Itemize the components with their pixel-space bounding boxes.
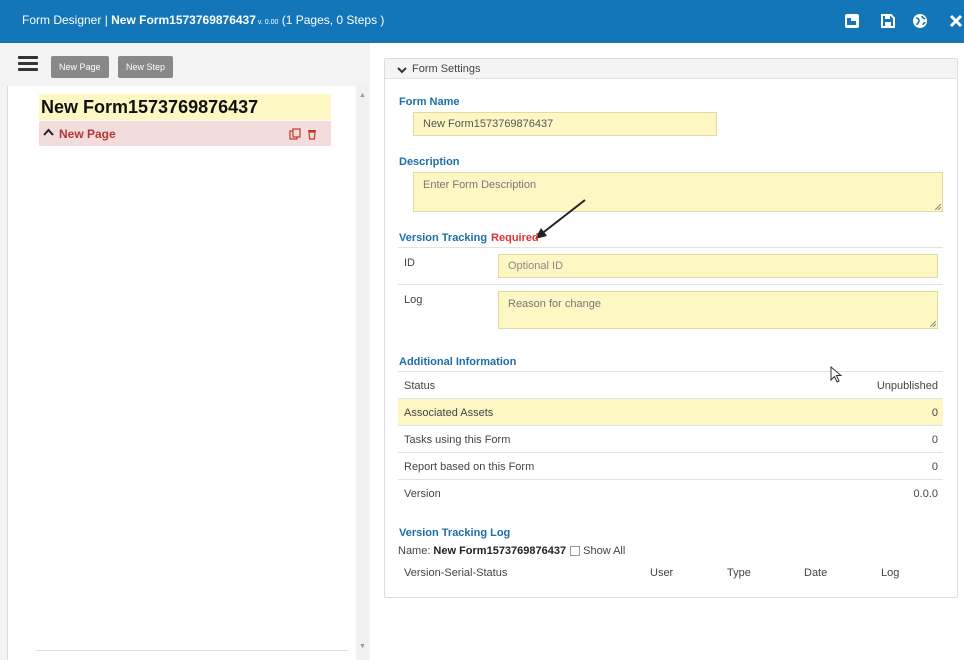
info-row-tasks: Tasks using this Form 0 xyxy=(398,425,943,452)
resize-handle-icon[interactable] xyxy=(935,204,941,210)
title-bar: Form Designer | New Form1573769876437 v.… xyxy=(0,0,964,43)
tracking-log-name: Name: New Form1573769876437 Show All xyxy=(398,545,625,557)
window-title: Form Designer | New Form1573769876437 v.… xyxy=(22,13,384,27)
hamburger-menu-icon[interactable] xyxy=(18,56,38,72)
chevron-up-icon[interactable] xyxy=(43,127,54,139)
scroll-up-icon[interactable]: ▲ xyxy=(359,92,366,99)
log-label: Log xyxy=(404,294,423,306)
info-row-reports: Report based on this Form 0 xyxy=(398,452,943,479)
log-textarea[interactable]: Reason for change xyxy=(498,291,938,329)
title-form-name: New Form1573769876437 xyxy=(111,13,256,27)
log-column-header: User xyxy=(650,567,674,579)
tree-bottom-divider xyxy=(36,650,348,651)
info-value: 0.0.0 xyxy=(913,488,938,500)
divider xyxy=(398,247,943,248)
form-name-heading: Form Name xyxy=(399,96,460,108)
version-tracking-heading: Version Tracking Required xyxy=(399,232,539,244)
info-key: Version xyxy=(404,488,441,500)
form-settings-header[interactable]: Form Settings xyxy=(385,59,957,79)
info-key: Status xyxy=(404,380,436,392)
info-key: Report based on this Form xyxy=(404,461,535,473)
tree-scrollbar[interactable]: ▲ ▼ xyxy=(356,86,368,660)
resize-handle-icon[interactable] xyxy=(930,321,936,327)
tracking-log-heading: Version Tracking Log xyxy=(399,527,511,539)
additional-info-heading: Additional Information xyxy=(399,356,517,368)
form-settings-title: Form Settings xyxy=(412,63,481,75)
title-prefix: Form Designer | xyxy=(22,13,112,27)
tree-form-title[interactable]: New Form1573769876437 xyxy=(39,94,331,120)
steps-diagram-icon[interactable] xyxy=(842,11,862,31)
new-page-button[interactable]: New Page xyxy=(51,56,109,78)
log-column-header: Version-Serial-Status xyxy=(404,567,508,579)
title-version: v. 0.00 xyxy=(255,19,279,26)
id-label: ID xyxy=(404,257,415,269)
new-step-button[interactable]: New Step xyxy=(118,56,174,78)
info-value: 0 xyxy=(931,407,938,419)
log-column-header: Log xyxy=(881,567,900,579)
log-column-header: Date xyxy=(804,567,828,579)
version-tracking-label: Version Tracking xyxy=(399,232,488,244)
scroll-down-icon[interactable]: ▼ xyxy=(359,643,366,650)
mouse-cursor-icon xyxy=(830,366,842,383)
log-name-value: New Form1573769876437 xyxy=(433,545,567,557)
globe-icon[interactable] xyxy=(910,11,930,31)
info-value: Unpublished xyxy=(876,380,938,392)
info-value: 0 xyxy=(931,434,938,446)
info-row-associated-assets[interactable]: Associated Assets 0 xyxy=(398,398,943,425)
show-all-label: Show All xyxy=(583,545,626,557)
tree-page-item[interactable]: New Page xyxy=(39,121,331,146)
description-textarea[interactable]: Enter Form Description xyxy=(413,172,943,212)
duplicate-page-icon[interactable] xyxy=(289,128,301,140)
title-suffix: (1 Pages, 0 Steps ) xyxy=(278,13,385,27)
form-tree-panel xyxy=(7,86,356,660)
delete-page-icon[interactable] xyxy=(306,128,318,140)
description-heading: Description xyxy=(399,156,460,168)
info-value: 0 xyxy=(931,461,938,473)
required-label: Required xyxy=(491,232,539,244)
info-key: Associated Assets xyxy=(404,407,494,419)
annotation-arrow-icon xyxy=(535,199,586,239)
close-icon[interactable] xyxy=(946,11,964,31)
info-row-version: Version 0.0.0 xyxy=(398,479,943,506)
log-name-prefix: Name: xyxy=(398,545,431,557)
info-row-status: Status Unpublished xyxy=(398,371,943,398)
tree-form-title-text: New Form1573769876437 xyxy=(41,97,259,117)
tree-page-label: New Page xyxy=(59,127,116,141)
form-name-input[interactable]: New Form1573769876437 xyxy=(413,112,717,136)
save-icon[interactable] xyxy=(878,11,898,31)
log-column-header: Type xyxy=(727,567,751,579)
divider xyxy=(398,284,943,285)
chevron-down-icon xyxy=(397,65,407,77)
show-all-checkbox[interactable] xyxy=(570,546,581,556)
id-input[interactable]: Optional ID xyxy=(498,254,938,278)
info-key: Tasks using this Form xyxy=(404,434,511,446)
